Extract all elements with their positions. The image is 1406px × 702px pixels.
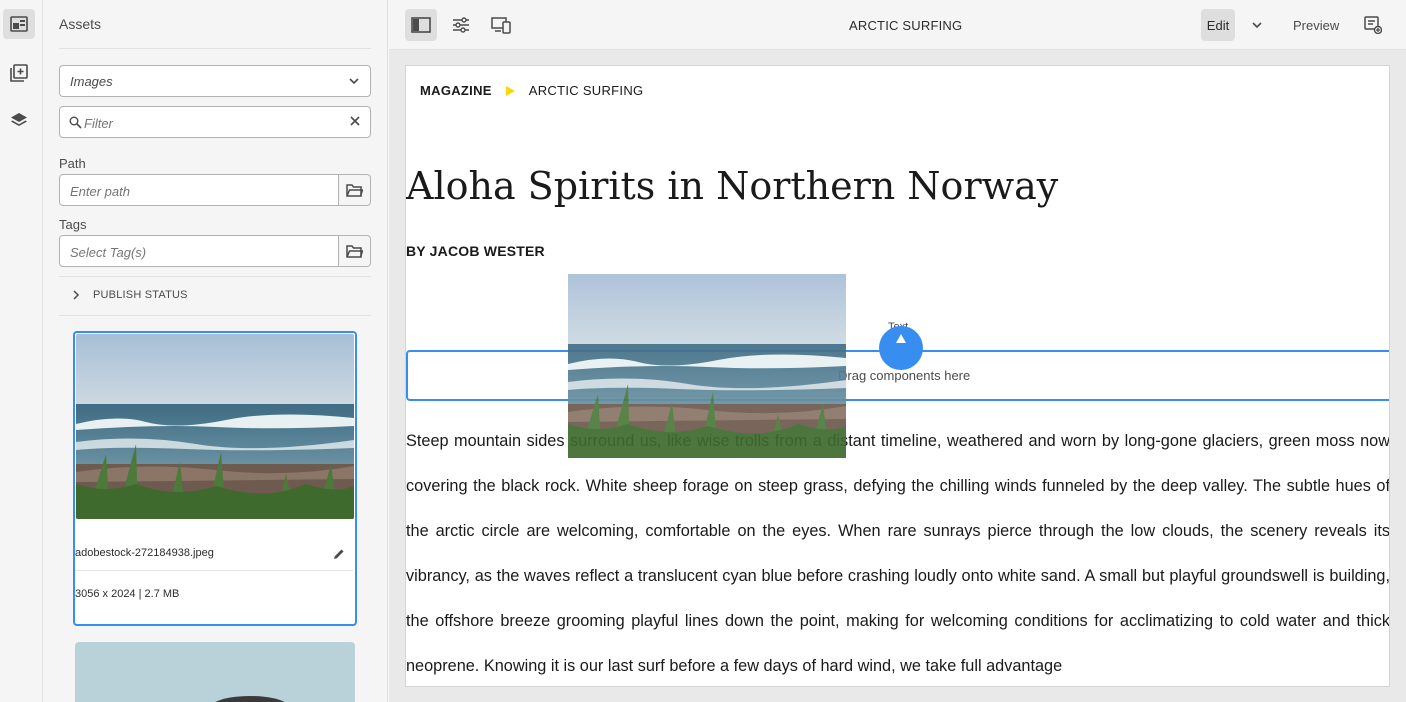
path-field — [59, 174, 339, 206]
asset-card[interactable] — [75, 642, 355, 702]
layers-icon — [11, 113, 27, 126]
close-icon[interactable] — [349, 115, 361, 127]
article-headline[interactable]: Aloha Spirits in Northern Norway — [406, 164, 1058, 208]
device-preview-icon — [491, 17, 511, 34]
tags-label: Tags — [59, 217, 87, 232]
editor-toolbar: ARCTIC SURFING Edit Preview — [389, 0, 1406, 50]
asset-thumbnail — [76, 334, 354, 519]
panel-title: Assets — [59, 16, 102, 32]
preview-button[interactable]: Preview — [1293, 18, 1339, 33]
annotations-icon[interactable] — [1364, 16, 1382, 34]
page-title: ARCTIC SURFING — [849, 18, 963, 33]
divider — [59, 276, 371, 277]
drop-zone-label: Drag components here — [838, 368, 971, 383]
pencil-icon[interactable] — [333, 548, 345, 560]
tags-input[interactable] — [70, 242, 320, 262]
breadcrumb-item: ARCTIC SURFING — [528, 83, 644, 98]
publish-status-label: PUBLISH STATUS — [93, 289, 188, 301]
toggle-side-panel-button[interactable] — [405, 9, 437, 41]
article-byline[interactable]: BY JACOB WESTER — [406, 243, 545, 259]
settings-sliders-icon — [453, 17, 469, 33]
asset-filename: adobestock-272184938.jpeg — [75, 547, 214, 559]
components-tab[interactable] — [3, 58, 35, 88]
assets-icon — [10, 16, 28, 32]
folder-icon — [346, 183, 363, 197]
asset-thumbnail — [75, 642, 355, 702]
asset-meta: 3056 x 2024 | 2.7 MB — [75, 588, 180, 600]
path-input[interactable] — [70, 181, 320, 201]
filter-field — [59, 106, 371, 138]
components-icon — [10, 64, 28, 82]
breadcrumb-item[interactable]: MAGAZINE — [420, 83, 492, 98]
asset-type-value: Images — [70, 73, 113, 89]
assets-panel: Assets Images Path Tags PUBLISH STATUS — [43, 0, 388, 702]
assets-tab[interactable] — [3, 9, 35, 39]
divider — [75, 570, 353, 571]
edit-mode-button[interactable]: Edit — [1201, 9, 1235, 41]
path-label: Path — [59, 156, 86, 171]
divider — [59, 48, 371, 49]
arrow-up-icon — [896, 334, 906, 343]
divider — [59, 315, 371, 316]
tags-browse-button[interactable] — [339, 235, 371, 267]
chevron-down-icon — [349, 78, 359, 85]
asset-type-select[interactable]: Images — [59, 65, 371, 97]
asset-card[interactable]: adobestock-272184938.jpeg 3056 x 2024 | … — [73, 331, 357, 626]
breadcrumb: MAGAZINE ARCTIC SURFING — [420, 83, 643, 98]
page-preview: MAGAZINE ARCTIC SURFING Aloha Spirits in… — [405, 65, 1390, 687]
filter-input[interactable] — [84, 113, 334, 133]
article-body[interactable]: Steep mountain sides surround us, like w… — [406, 419, 1389, 686]
emulator-button[interactable] — [485, 9, 517, 41]
folder-icon — [346, 244, 363, 258]
chevron-down-icon[interactable] — [1251, 19, 1263, 31]
breadcrumb-separator-icon — [505, 85, 515, 96]
chevron-right-icon — [73, 290, 80, 300]
drag-handle[interactable] — [879, 326, 923, 370]
search-icon — [69, 116, 82, 129]
side-rail — [0, 0, 43, 702]
content-tree-tab[interactable] — [3, 105, 35, 135]
tags-field — [59, 235, 339, 267]
path-browse-button[interactable] — [339, 174, 371, 206]
page-properties-button[interactable] — [445, 9, 477, 41]
dragged-asset-preview — [568, 274, 846, 458]
side-panel-icon — [411, 17, 431, 33]
publish-status-toggle[interactable]: PUBLISH STATUS — [71, 289, 188, 301]
